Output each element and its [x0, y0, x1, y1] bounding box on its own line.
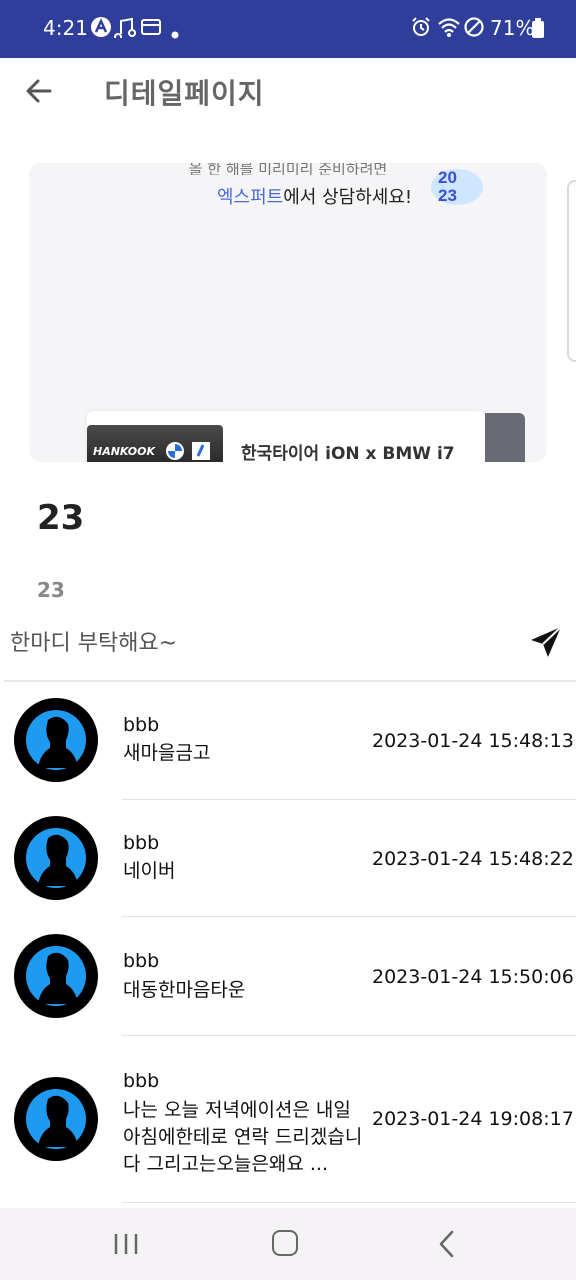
comment-row[interactable]: bbb 네이버 2023-01-24 15:48:22	[0, 816, 576, 917]
post-title: 23	[37, 498, 85, 538]
comment-text: 대동한마음타운	[123, 979, 246, 1001]
ad-thumbnail: HANKOOK	[87, 425, 223, 462]
send-icon[interactable]	[528, 624, 564, 660]
row-divider	[122, 1202, 576, 1203]
banner-tagline: 엑스퍼트에서 상담하세요!	[217, 183, 412, 209]
do-not-disturb-icon	[463, 16, 485, 42]
row-divider	[122, 1035, 576, 1036]
i-logo-icon	[192, 442, 210, 460]
person-silhouette-icon	[14, 816, 98, 900]
comment-time: 2023-01-24 19:08:17	[372, 1108, 574, 1130]
wifi-icon	[437, 16, 461, 42]
badge-2023-icon: 20 23	[429, 163, 489, 207]
banner-tagline-highlight: 엑스퍼트	[217, 187, 284, 208]
back-arrow-icon[interactable]	[22, 74, 56, 108]
status-bar: 4:21 71%	[0, 0, 576, 58]
ad-title: 한국타이어 iON x BMW i7	[241, 444, 455, 462]
app-bar: 디테일페이지	[0, 58, 576, 128]
comment-user: bbb	[123, 832, 160, 854]
wallet-icon	[140, 16, 162, 42]
battery-icon	[532, 18, 544, 42]
comment-text: 네이버	[123, 860, 176, 882]
comment-user: bbb	[123, 1070, 160, 1092]
comment-input[interactable]	[10, 624, 510, 662]
dot-icon	[171, 24, 179, 43]
music-icon	[114, 16, 137, 42]
person-silhouette-icon	[14, 934, 98, 1018]
recents-icon[interactable]	[112, 1232, 140, 1256]
banner-tagline-rest: 에서 상담하세요!	[283, 187, 413, 208]
ad-card[interactable]: HANKOOK 한국타이어 iON x BMW i7	[87, 411, 485, 462]
badge-bottom-text: 23	[438, 186, 457, 205]
comment-row[interactable]: bbb 대동한마음타운 2023-01-24 15:50:06	[0, 934, 576, 1036]
ad-side-panel	[485, 413, 525, 462]
comment-text: 나는 오늘 저녁에이션은 내일 아침에한테로 연락 드리겠습니다 그리고는오늘은…	[123, 1099, 363, 1175]
ad-banner[interactable]: 올 한 해를 미리미리 준비하려면 엑스퍼트에서 상담하세요! 20 23 HA…	[29, 163, 547, 462]
comment-user: bbb	[123, 950, 160, 972]
home-icon[interactable]	[272, 1230, 298, 1256]
banner-scroll-indicator	[567, 180, 576, 362]
post-body: 23	[37, 578, 65, 602]
battery-level: 71%	[490, 16, 535, 40]
status-time: 4:21	[43, 16, 88, 40]
comment-time: 2023-01-24 15:50:06	[372, 966, 574, 988]
comment-row[interactable]: bbb 나는 오늘 저녁에이션은 내일 아침에한테로 연락 드리겠습니다 그리고…	[0, 1068, 576, 1203]
system-nav-bar	[0, 1208, 576, 1280]
person-silhouette-icon	[14, 698, 98, 782]
row-divider	[122, 799, 576, 800]
ad-brand: HANKOOK	[93, 445, 155, 458]
comment-time: 2023-01-24 15:48:22	[372, 848, 574, 870]
comment-time: 2023-01-24 15:48:13	[372, 730, 574, 752]
badge-top-text: 20	[438, 168, 457, 187]
comment-user: bbb	[123, 714, 160, 736]
app-a-icon	[90, 16, 112, 42]
input-divider	[4, 680, 576, 682]
person-silhouette-icon	[14, 1077, 98, 1161]
bmw-logo-icon	[166, 442, 184, 460]
alarm-icon	[410, 16, 432, 42]
row-divider	[122, 916, 576, 917]
page-title: 디테일페이지	[104, 77, 265, 110]
comment-row[interactable]: bbb 새마을금고 2023-01-24 15:48:13	[0, 698, 576, 800]
nav-back-icon[interactable]	[436, 1230, 460, 1258]
comment-text: 새마을금고	[123, 742, 211, 764]
